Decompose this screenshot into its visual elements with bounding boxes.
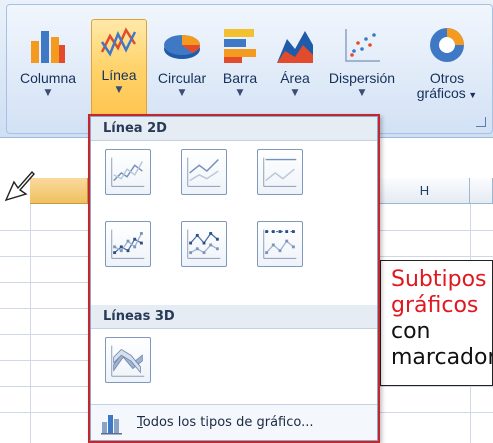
other-charts-label: Otros gráficos ▼ <box>416 70 478 101</box>
mouse-pointer-icon <box>4 170 35 202</box>
column-header-next[interactable] <box>470 178 493 204</box>
column-header-e[interactable]: E <box>30 178 111 204</box>
stacked-line-chart-icon <box>187 157 221 187</box>
column-chart-label: Columna <box>19 70 77 86</box>
3d-line-subtype-button[interactable] <box>105 337 151 383</box>
stacked-line-with-markers-subtype-button[interactable] <box>181 221 227 267</box>
line-chart-gallery: Línea 2D Líneas 3D Todos los tipos de gr… <box>88 114 380 443</box>
bar-chart-button[interactable]: Barra ▼ <box>215 23 265 125</box>
grid-line <box>30 204 31 443</box>
area-chart-label: Área <box>280 70 310 86</box>
chevron-down-icon: ▼ <box>236 88 244 98</box>
all-chart-types-link[interactable]: Todos los tipos de gráfico... <box>91 404 377 440</box>
pie-chart-label: Circular <box>157 70 207 86</box>
line-subtype-button[interactable] <box>105 149 151 195</box>
area-chart-button[interactable]: Área ▼ <box>269 23 321 125</box>
annotation-callout: Subtipos de gráficos con marcadores <box>380 260 493 386</box>
column-chart-icon <box>31 31 65 63</box>
other-charts-button[interactable]: Otros gráficos ▼ <box>407 23 487 125</box>
callout-line-1: Subtipos de <box>391 267 492 292</box>
pie-chart-button[interactable]: Circular ▼ <box>151 23 213 125</box>
3d-line-chart-icon <box>111 345 145 377</box>
chevron-down-icon: ▼ <box>115 85 123 95</box>
column-chart-button[interactable]: Columna ▼ <box>15 23 81 125</box>
line-with-markers-icon <box>111 229 145 259</box>
line-chart-button[interactable]: Línea ▼ <box>91 19 147 127</box>
chevron-down-icon: ▼ <box>44 88 52 98</box>
percent-stacked-line-with-markers-icon <box>263 229 297 259</box>
callout-line-2: gráficos <box>391 293 479 318</box>
bar-chart-label: Barra <box>222 70 258 86</box>
callout-line-3: con <box>391 319 431 344</box>
line-chart-label: Línea <box>101 67 137 83</box>
stacked-line-subtype-button[interactable] <box>181 149 227 195</box>
chevron-down-icon: ▼ <box>358 88 366 98</box>
line-chart-icon <box>111 157 145 187</box>
stacked-line-with-markers-icon <box>187 229 221 259</box>
gallery-frame: Línea 2D Líneas 3D Todos los tipos de gr… <box>90 116 378 441</box>
bar-chart-icon <box>224 29 256 63</box>
percent-stacked-line-subtype-button[interactable] <box>257 149 303 195</box>
section-header-2d: Línea 2D <box>91 117 377 141</box>
percent-stacked-line-with-markers-subtype-button[interactable] <box>257 221 303 267</box>
area-chart-icon <box>277 31 313 63</box>
section-header-3d: Líneas 3D <box>91 305 377 329</box>
dialog-launcher-icon[interactable] <box>476 117 486 127</box>
chevron-down-icon: ▼ <box>178 88 186 98</box>
other-charts-icon <box>430 28 464 62</box>
chevron-down-icon: ▼ <box>291 88 299 98</box>
line-with-markers-subtype-button[interactable] <box>105 221 151 267</box>
all-chart-types-label: Todos los tipos de gráfico... <box>137 415 314 430</box>
scatter-chart-icon <box>345 29 380 62</box>
scatter-chart-button[interactable]: Dispersión ▼ <box>325 23 399 125</box>
chart-types-icon <box>101 414 122 434</box>
line-chart-icon <box>100 27 137 57</box>
column-header-h[interactable]: H <box>380 178 470 204</box>
callout-line-4: marcadores <box>391 345 492 370</box>
scatter-chart-label: Dispersión <box>328 70 396 86</box>
percent-stacked-line-chart-icon <box>263 157 297 187</box>
pie-chart-icon <box>164 35 200 59</box>
